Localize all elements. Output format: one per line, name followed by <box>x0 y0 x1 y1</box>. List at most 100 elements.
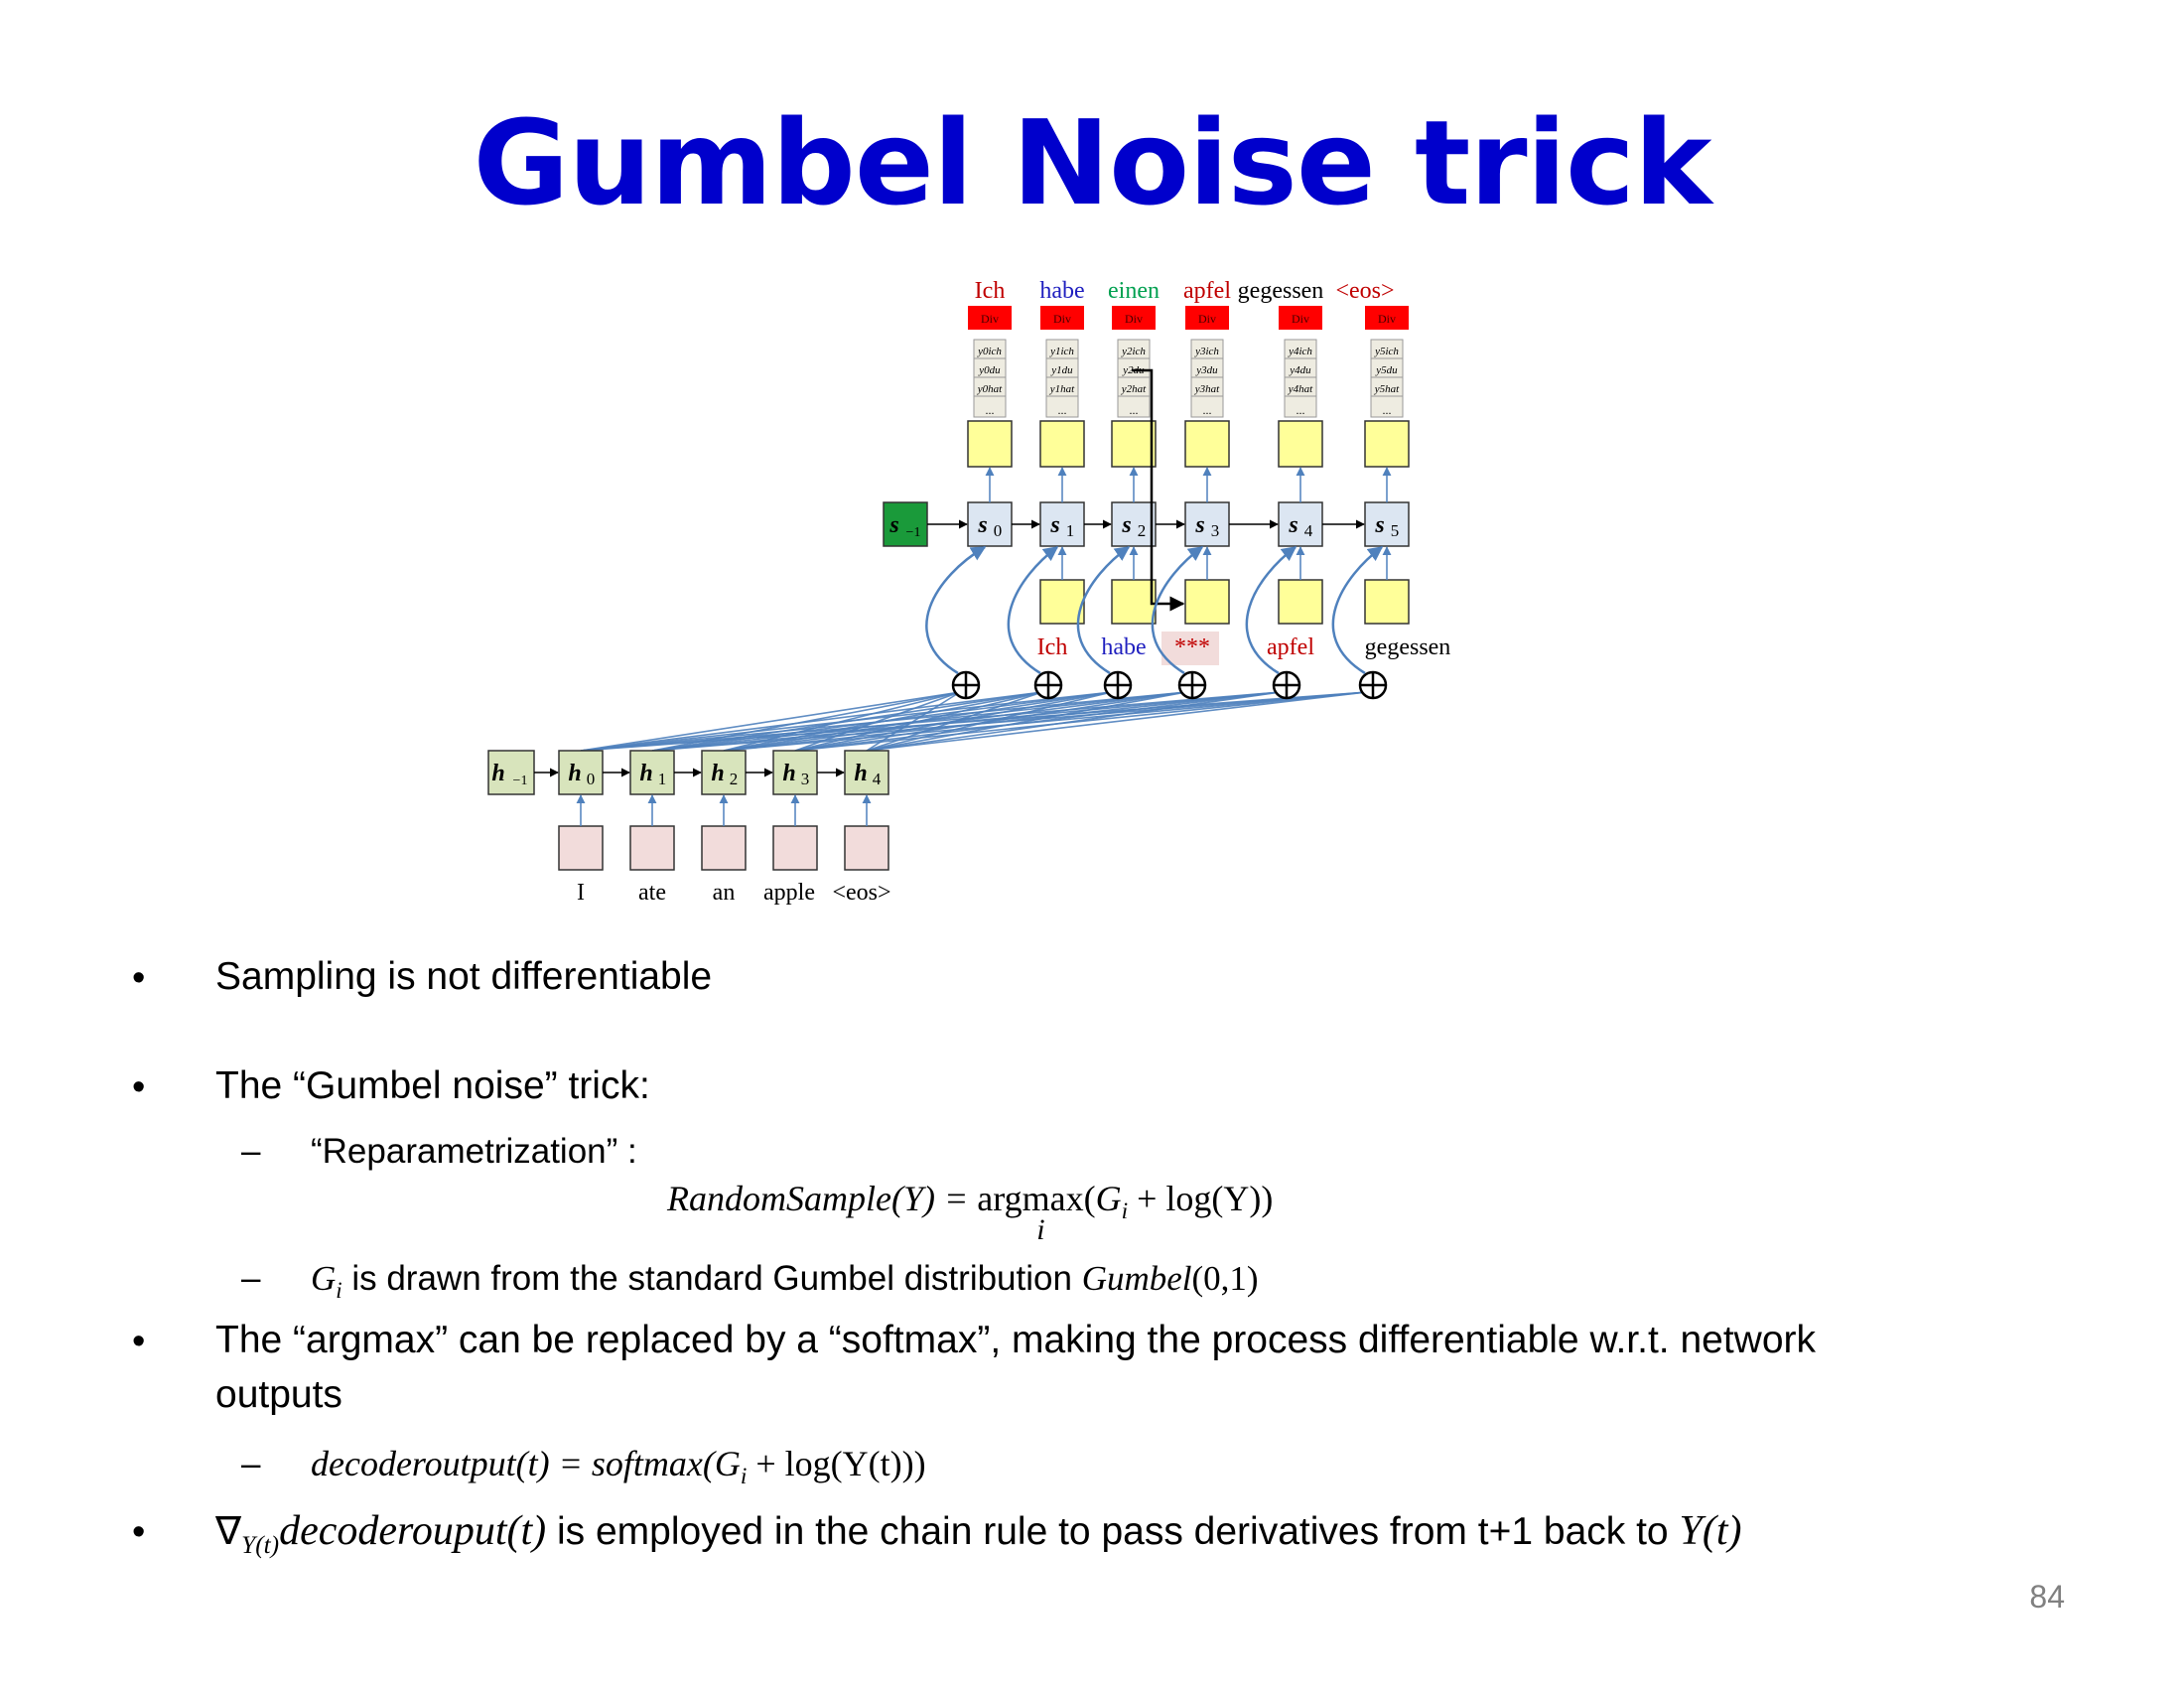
feedback-box <box>1184 579 1230 625</box>
decoder-state-sub: 3 <box>1211 521 1220 540</box>
div-label: Div <box>1378 312 1396 326</box>
distribution-entry: y4hat <box>1288 383 1313 395</box>
encoder-state-label: h <box>782 761 795 786</box>
sub-reparametrization: “Reparametrization” : <box>311 1132 637 1171</box>
encoder-state-label: h <box>639 761 652 786</box>
input-box <box>558 825 604 871</box>
encoder-state-label: h <box>711 761 724 786</box>
input-word: ate <box>638 880 666 906</box>
distribution-entry: y3hat <box>1194 383 1220 395</box>
distribution-entry: y1ich <box>1049 346 1074 357</box>
bullet-mark: • <box>132 1321 146 1362</box>
decoder-state <box>967 501 1013 547</box>
distribution-entry: y0du <box>978 364 1001 376</box>
distribution-entry: y5du <box>1375 364 1398 376</box>
input-box <box>772 825 818 871</box>
dash-mark: – <box>241 1259 261 1298</box>
decoder-state <box>1364 501 1410 547</box>
decoder-state <box>1111 501 1157 547</box>
decoder-state-label: s <box>1288 512 1297 538</box>
output-word: gegessen <box>1238 278 1324 304</box>
g-var: G <box>311 1259 337 1298</box>
bullet-mark: • <box>132 1066 146 1108</box>
distribution-entry: y3du <box>1195 364 1218 376</box>
decoder-state-label: s <box>1049 512 1059 538</box>
encoder-init-label: h <box>491 761 504 786</box>
distribution-entry: y4du <box>1289 364 1311 376</box>
decoder-state <box>1278 501 1323 547</box>
output-box <box>1184 420 1230 468</box>
decoder-init-sub: −1 <box>906 525 921 540</box>
feedback-box <box>1278 579 1323 625</box>
encoder-state-sub: 0 <box>587 770 596 788</box>
dash-mark: – <box>241 1132 261 1171</box>
input-box <box>701 825 747 871</box>
gumbel-dist: Gumbel <box>1081 1259 1192 1298</box>
eq1-tail: + log(Y)) <box>1128 1179 1274 1218</box>
input-word: I <box>577 880 585 906</box>
distribution-entry: y3ich <box>1194 346 1219 357</box>
decoder-state <box>1184 501 1230 547</box>
bullet-sampling: Sampling is not differentiable <box>215 955 713 998</box>
decoder-state-sub: 1 <box>1066 521 1075 540</box>
bullet-gumbel-trick: The “Gumbel noise” trick: <box>215 1064 650 1107</box>
input-box <box>844 825 889 871</box>
distribution-ellipsis: ... <box>1297 403 1305 417</box>
dash-mark: – <box>241 1445 261 1483</box>
equation-random-sample: RandomSample(Y) = argmax i (Gi + log(Y)) <box>667 1179 1274 1246</box>
bullet-softmax-line2: outputs <box>215 1373 342 1416</box>
decoder-func: decoderouput(t) <box>279 1508 547 1554</box>
eq1-lhs: RandomSample(Y) = <box>667 1179 978 1218</box>
distribution-ellipsis: ... <box>1058 403 1067 417</box>
feedback-box <box>1111 579 1157 625</box>
attention-line <box>651 691 1282 752</box>
encoder-state-sub: 2 <box>730 770 739 788</box>
output-box <box>1039 420 1085 468</box>
decoder-state-sub: 2 <box>1138 521 1147 540</box>
encoder-state-sub: 1 <box>658 770 667 788</box>
feedback-word: habe <box>1101 634 1146 660</box>
g-text: is drawn from the standard Gumbel distri… <box>341 1259 1082 1298</box>
distribution-ellipsis: ... <box>1383 403 1392 417</box>
distribution-entry: y4ich <box>1288 346 1312 357</box>
nabla-sub: Y(t) <box>241 1530 280 1559</box>
decoder-state-sub: 4 <box>1304 521 1313 540</box>
distribution-entry: y1du <box>1050 364 1073 376</box>
chain-text: is employed in the chain rule to pass de… <box>546 1510 1680 1553</box>
output-word: Ich <box>975 278 1006 304</box>
sub-gumbel-distribution: Gi is drawn from the standard Gumbel dis… <box>311 1259 1259 1304</box>
output-word: habe <box>1039 278 1084 304</box>
distribution-entry: y1hat <box>1049 383 1075 395</box>
feedback-word: Ich <box>1037 634 1068 660</box>
sub-decoder-softmax: decoderoutput(t) = softmax(Gi + log(Y(t)… <box>311 1443 926 1490</box>
encoder-state-label: h <box>854 761 867 786</box>
div-label: Div <box>1198 312 1216 326</box>
div-label: Div <box>981 312 999 326</box>
input-word: an <box>713 880 736 906</box>
context-arrow <box>925 545 987 675</box>
output-box <box>1111 420 1157 468</box>
decoder-state <box>1039 501 1085 547</box>
distribution-ellipsis: ... <box>986 403 995 417</box>
input-box <box>629 825 675 871</box>
div-label: Div <box>1125 312 1143 326</box>
decoder-state-sub: 0 <box>994 521 1003 540</box>
distribution-entry: y0hat <box>977 383 1003 395</box>
distribution-entry: y5ich <box>1374 346 1399 357</box>
eq1-under: i <box>1036 1213 1045 1246</box>
feedback-word: *** <box>1174 634 1210 660</box>
distribution-ellipsis: ... <box>1203 403 1212 417</box>
softmax-tail: + log(Y(t))) <box>747 1444 926 1483</box>
nabla: ∇ <box>215 1510 242 1553</box>
div-label: Div <box>1053 312 1071 326</box>
bullet-mark: • <box>132 957 146 999</box>
attention-lines <box>580 691 1368 752</box>
softmax-lhs: decoderoutput(t) = softmax(G <box>311 1444 741 1483</box>
encoder-state-label: h <box>568 761 581 786</box>
feedback-word: apfel <box>1267 634 1314 660</box>
encoder-state-sub: 3 <box>801 770 810 788</box>
decoder-state-label: s <box>977 512 987 538</box>
div-label: Div <box>1292 312 1309 326</box>
distribution-ellipsis: ... <box>1130 403 1139 417</box>
output-word: einen <box>1108 278 1160 304</box>
